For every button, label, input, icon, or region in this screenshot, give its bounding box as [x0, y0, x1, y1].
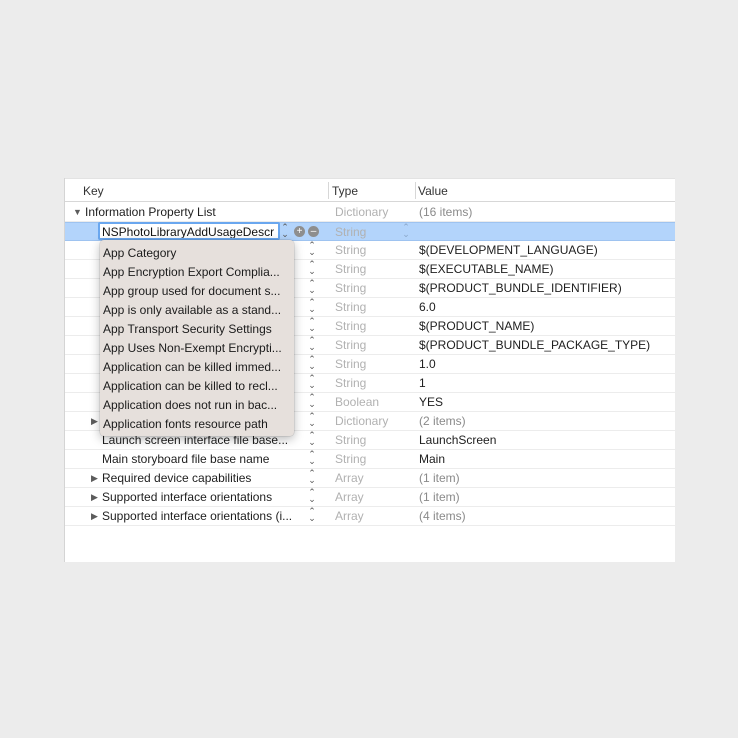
suggestion-item[interactable]: Application can be killed to recl...: [100, 377, 294, 396]
row-value: (1 item): [419, 471, 460, 485]
disclosure-collapsed-icon[interactable]: ▶: [91, 416, 98, 427]
chevron-updown-icon[interactable]: ⌃ ⌄: [308, 450, 316, 467]
type-chevron-icon[interactable]: ⌃ ⌄: [402, 223, 410, 240]
key-column-header[interactable]: Key: [83, 184, 104, 198]
table-row[interactable]: ▶ Supported interface orientations (i...…: [65, 507, 675, 526]
key-chevron-icon[interactable]: ⌃ ⌄: [281, 223, 289, 240]
table-row[interactable]: Main storyboard file base name ⌃ ⌄ String…: [65, 450, 675, 469]
chevron-updown-icon[interactable]: ⌃ ⌄: [308, 393, 316, 410]
chevron-updown-icon[interactable]: ⌃ ⌄: [308, 279, 316, 296]
chevron-updown-icon[interactable]: ⌃ ⌄: [308, 488, 316, 505]
row-type: Boolean: [335, 395, 380, 409]
row-value: (1 item): [419, 490, 460, 504]
row-value: YES: [419, 395, 444, 409]
row-type: String: [335, 357, 367, 371]
chevron-updown-icon[interactable]: ⌃ ⌄: [308, 317, 316, 334]
suggestion-item[interactable]: Application does not run in bac...: [100, 396, 294, 415]
suggestion-item[interactable]: App Encryption Export Complia...: [100, 263, 294, 282]
table-row[interactable]: ▶ Required device capabilities ⌃ ⌄ Array …: [65, 469, 675, 488]
row-type: String: [335, 262, 367, 276]
column-divider[interactable]: [328, 182, 329, 199]
root-type: Dictionary: [335, 205, 389, 219]
editing-row[interactable]: NSPhotoLibraryAddUsageDescr ⌃ ⌄ + – Strin…: [65, 222, 675, 241]
chevron-updown-icon[interactable]: ⌃ ⌄: [308, 469, 316, 486]
add-row-icon[interactable]: +: [294, 226, 305, 237]
row-value: Main: [419, 452, 446, 466]
disclosure-collapsed-icon[interactable]: ▶: [91, 473, 98, 484]
row-value: $(PRODUCT_BUNDLE_PACKAGE_TYPE): [419, 338, 651, 352]
row-type: String: [335, 319, 367, 333]
suggestion-item[interactable]: Application fonts resource path: [100, 415, 294, 434]
row-key: Supported interface orientations: [102, 490, 273, 504]
root-row[interactable]: ▼ Information Property List Dictionary (…: [65, 203, 675, 222]
row-key: Required device capabilities: [102, 471, 252, 485]
suggestion-item[interactable]: Application can be killed immed...: [100, 358, 294, 377]
row-type: String: [335, 300, 367, 314]
chevron-updown-icon[interactable]: ⌃ ⌄: [308, 355, 316, 372]
disclosure-collapsed-icon[interactable]: ▶: [91, 492, 98, 503]
disclosure-collapsed-icon[interactable]: ▶: [91, 511, 98, 522]
suggestion-item[interactable]: App Uses Non-Exempt Encrypti...: [100, 339, 294, 358]
row-value: $(EXECUTABLE_NAME): [419, 262, 554, 276]
row-type: Array: [335, 471, 364, 485]
chevron-updown-icon[interactable]: ⌃ ⌄: [308, 431, 316, 448]
row-value: $(PRODUCT_BUNDLE_IDENTIFIER): [419, 281, 622, 295]
row-type: String: [335, 376, 367, 390]
chevron-updown-icon[interactable]: ⌃ ⌄: [308, 336, 316, 353]
suggestion-item[interactable]: App is only available as a stand...: [100, 301, 294, 320]
chevron-updown-icon[interactable]: ⌃ ⌄: [308, 260, 316, 277]
row-value: 1.0: [419, 357, 436, 371]
key-suggestions-popup: App Category App Encryption Export Compl…: [100, 240, 294, 436]
root-key: Information Property List: [85, 205, 216, 219]
row-type: String: [335, 281, 367, 295]
row-key: Main storyboard file base name: [102, 452, 270, 466]
chevron-updown-icon[interactable]: ⌃ ⌄: [308, 412, 316, 429]
suggestion-item[interactable]: App Transport Security Settings: [100, 320, 294, 339]
row-value: $(DEVELOPMENT_LANGUAGE): [419, 243, 598, 257]
table-row[interactable]: ▶ Supported interface orientations ⌃ ⌄ Ar…: [65, 488, 675, 507]
suggestion-item[interactable]: App Category: [100, 244, 294, 263]
chevron-updown-icon[interactable]: ⌃ ⌄: [308, 374, 316, 391]
key-edit-field[interactable]: NSPhotoLibraryAddUsageDescr: [98, 222, 280, 240]
row-type: String: [335, 338, 367, 352]
row-type: String: [335, 243, 367, 257]
type-column-header[interactable]: Type: [332, 184, 358, 198]
chevron-updown-icon[interactable]: ⌃ ⌄: [308, 298, 316, 315]
row-value: $(PRODUCT_NAME): [419, 319, 535, 333]
remove-row-icon[interactable]: –: [308, 226, 319, 237]
row-type: String: [335, 452, 367, 466]
column-divider[interactable]: [415, 182, 416, 199]
chevron-updown-icon[interactable]: ⌃ ⌄: [308, 241, 316, 258]
row-value: (2 items): [419, 414, 466, 428]
row-type: Array: [335, 509, 364, 523]
row-type: Array: [335, 490, 364, 504]
column-header: Key Type Value: [65, 178, 675, 202]
row-value: LaunchScreen: [419, 433, 497, 447]
value-column-header[interactable]: Value: [418, 184, 448, 198]
row-value: 1: [419, 376, 426, 390]
row-value: 6.0: [419, 300, 436, 314]
row-type: Dictionary: [335, 414, 389, 428]
row-type: String: [335, 433, 367, 447]
root-value: (16 items): [419, 205, 473, 219]
row-value: (4 items): [419, 509, 466, 523]
editing-type[interactable]: String: [335, 225, 405, 239]
suggestion-item[interactable]: App group used for document s...: [100, 282, 294, 301]
row-key: Supported interface orientations (i...: [102, 509, 293, 523]
disclosure-expanded-icon[interactable]: ▼: [73, 207, 82, 217]
chevron-updown-icon[interactable]: ⌃ ⌄: [308, 507, 316, 524]
